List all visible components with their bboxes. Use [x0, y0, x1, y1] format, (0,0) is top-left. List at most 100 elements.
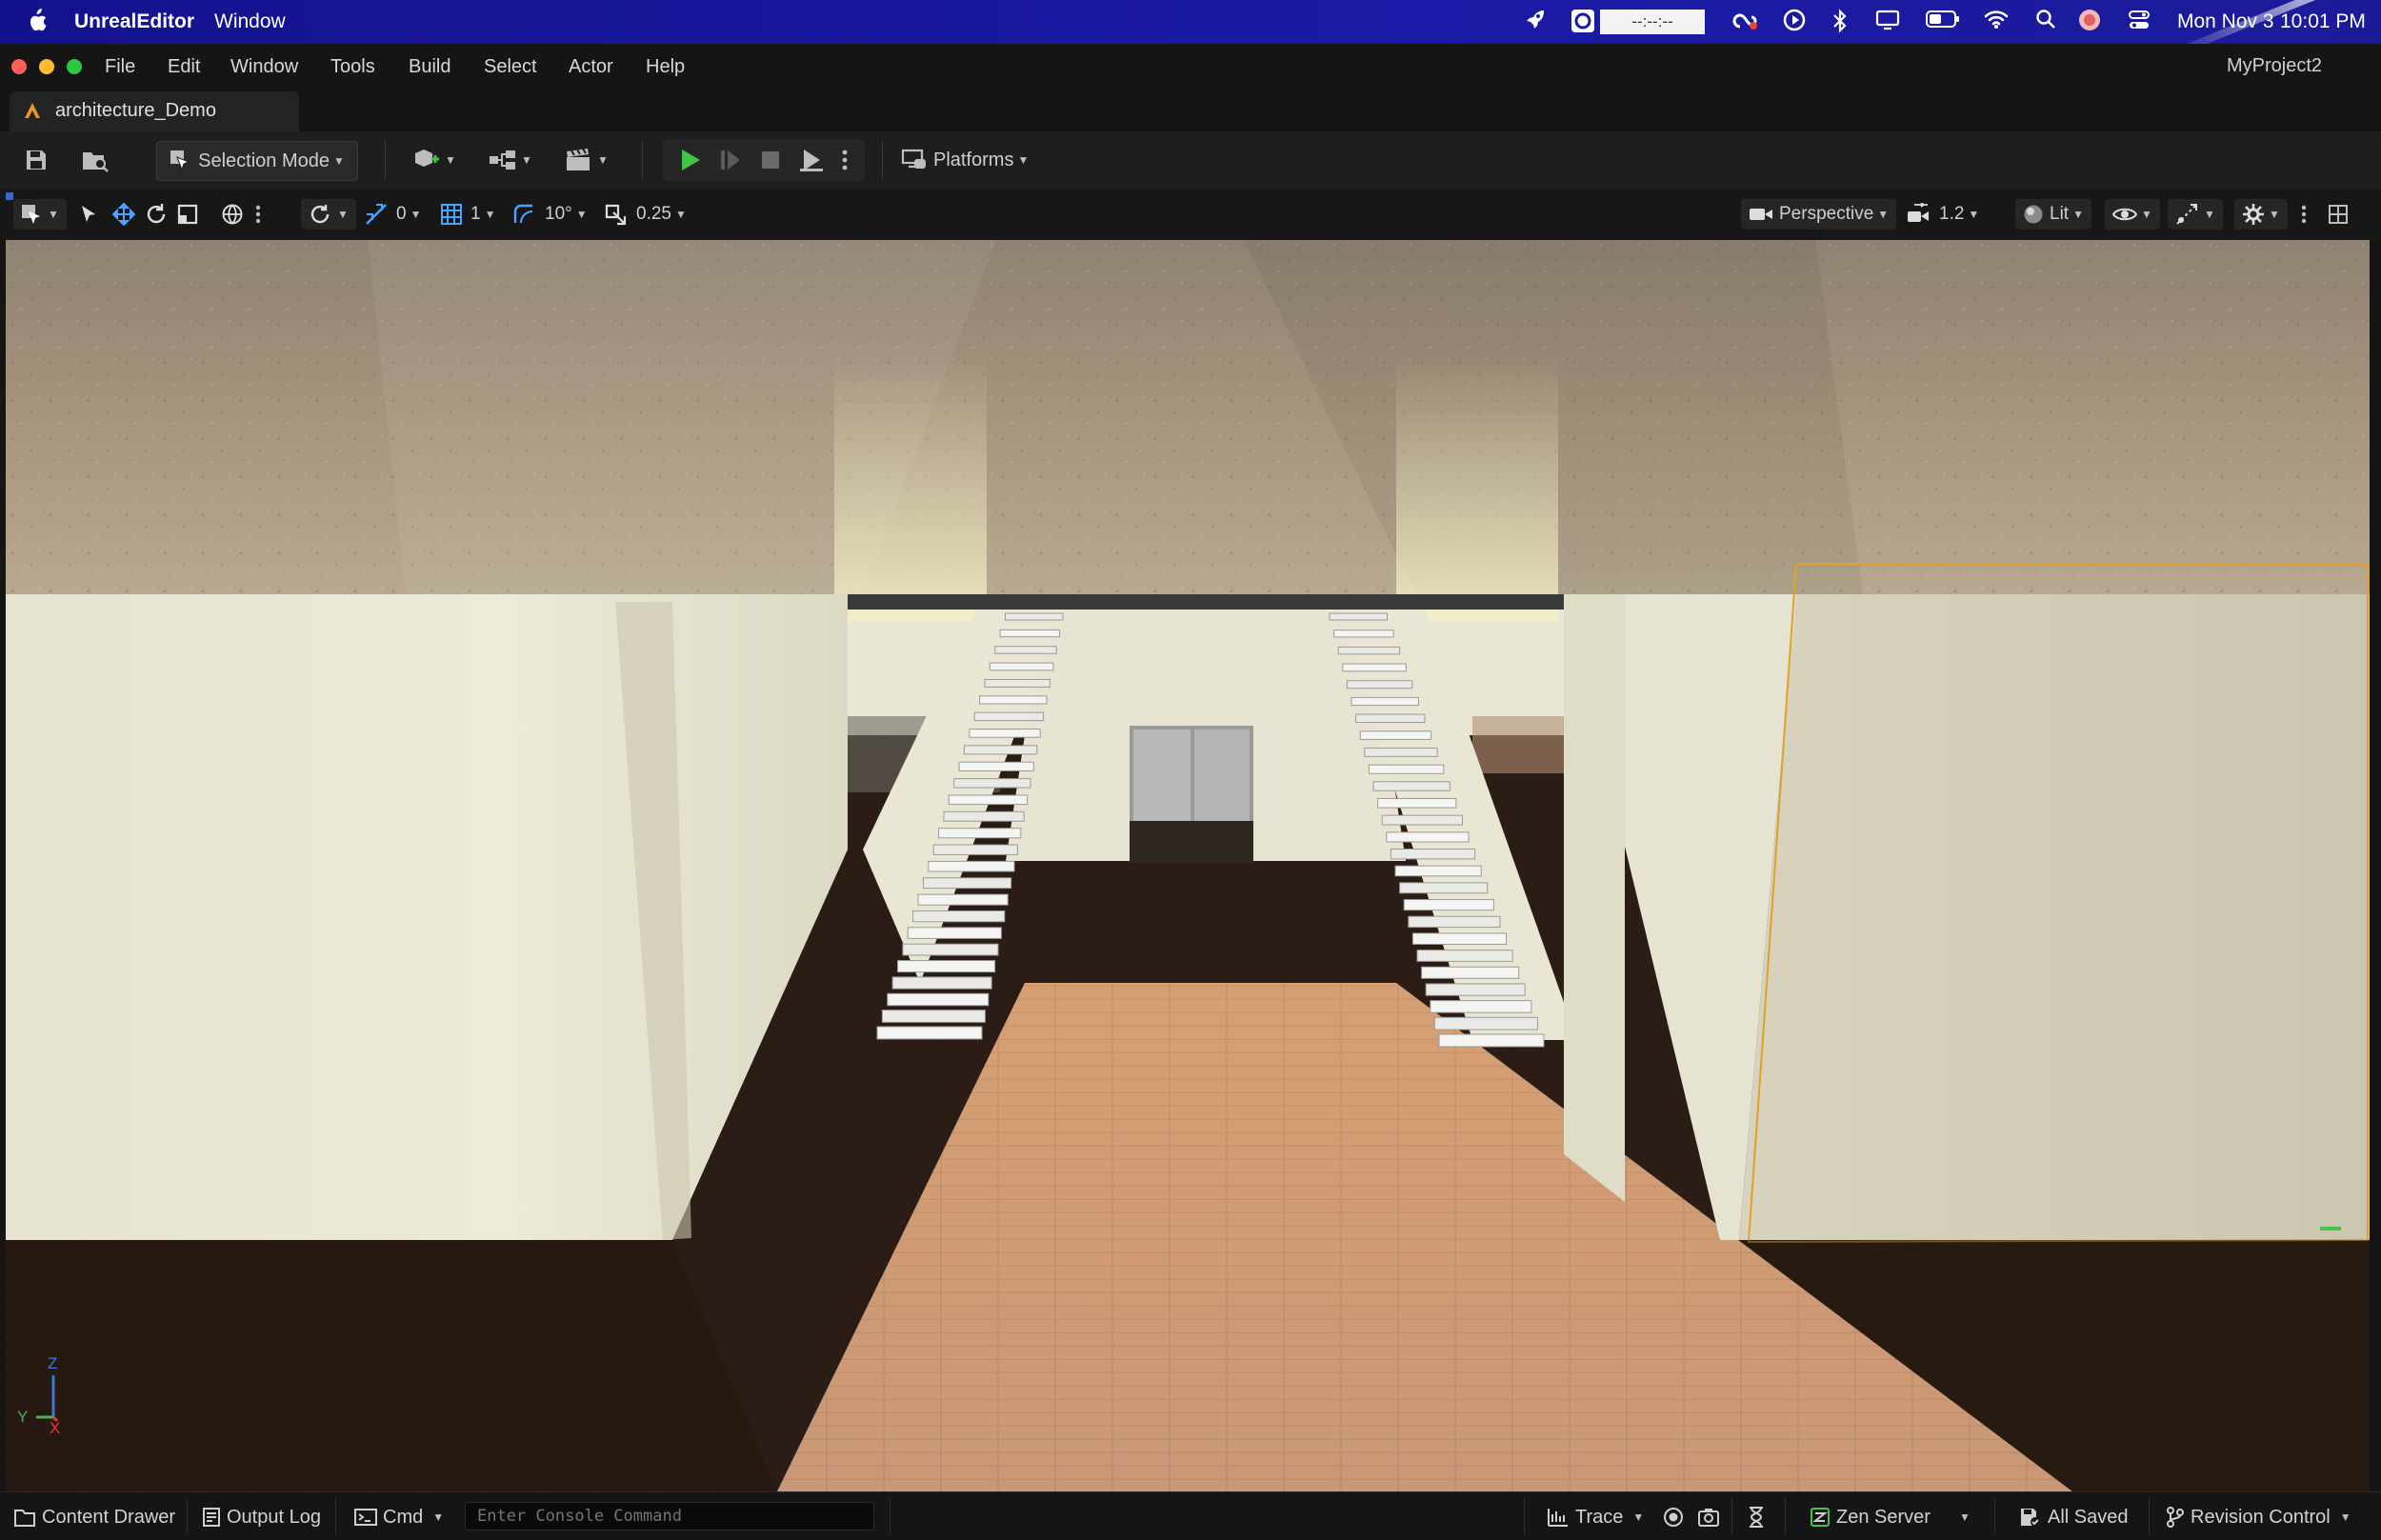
- menu-build[interactable]: Build: [409, 56, 450, 78]
- menu-help[interactable]: Help: [646, 56, 685, 78]
- cinematics-button[interactable]: ▼: [560, 141, 613, 179]
- rotation-snap-dropdown[interactable]: 10° ▼: [512, 199, 588, 230]
- output-log-button[interactable]: Output Log: [202, 1504, 321, 1530]
- chevron-down-icon: ▼: [1877, 208, 1890, 221]
- zen-server-dropdown[interactable]: Zen Server ▼: [1810, 1504, 1971, 1530]
- play-button[interactable]: [674, 141, 707, 179]
- apple-icon[interactable]: [23, 9, 50, 35]
- viewport-toolbar: ▼ ▼ 0 ▼ 1 ▼ 10° ▼ 0.25 ▼ Perspective ▼ 1…: [0, 189, 2381, 240]
- time-tracker-icon[interactable]: [1570, 9, 1596, 35]
- chevron-down-icon: ▼: [597, 153, 609, 167]
- menubar-time[interactable]: 10:01 PM: [2280, 10, 2366, 33]
- project-name: MyProject2: [2227, 55, 2323, 76]
- blueprint-button[interactable]: ▼: [484, 141, 537, 179]
- zoom-window-button[interactable]: [67, 59, 82, 74]
- grid-snap-value: 1: [470, 204, 481, 224]
- stair-tread: [953, 778, 1031, 789]
- menu-edit[interactable]: Edit: [168, 56, 200, 78]
- menu-window[interactable]: Window: [230, 56, 298, 78]
- stair-tread: [984, 678, 1050, 688]
- trace-dropdown[interactable]: Trace ▼: [1547, 1504, 1644, 1530]
- coordinate-system-button[interactable]: [221, 199, 244, 230]
- stair-tread: [887, 992, 990, 1007]
- window-menu[interactable]: Window: [214, 10, 286, 33]
- minimize-window-button[interactable]: [39, 59, 54, 74]
- macos-menubar: UnrealEditor Window --:--:-- Mon Nov 3 1…: [0, 0, 2381, 44]
- creative-cloud-icon[interactable]: [1731, 9, 1758, 35]
- rocket-icon[interactable]: [1522, 9, 1549, 35]
- bluetooth-icon[interactable]: [1827, 9, 1853, 35]
- time-tracker-field[interactable]: --:--:--: [1600, 10, 1705, 34]
- camera-speed-dropdown[interactable]: 1.2 ▼: [1907, 199, 1979, 230]
- menu-select[interactable]: Select: [484, 56, 537, 78]
- battery-icon[interactable]: [1926, 9, 1960, 35]
- statusbar-divider: [1994, 1498, 1995, 1534]
- eject-button[interactable]: [794, 141, 829, 179]
- search-icon[interactable]: [2032, 9, 2059, 35]
- derived-data-button[interactable]: [1747, 1504, 1766, 1530]
- content-browser-icon[interactable]: [76, 141, 114, 179]
- chevron-down-icon: ▼: [674, 208, 687, 221]
- lighting-label: Lit: [2050, 204, 2070, 224]
- toolbar-divider: [882, 141, 883, 179]
- selection-mode-dropdown[interactable]: Selection Mode ▼: [156, 141, 358, 181]
- trace-screenshot-button[interactable]: [1697, 1504, 1720, 1530]
- transform-options-button[interactable]: [255, 199, 261, 230]
- rotate-tool-button[interactable]: [145, 199, 168, 230]
- menubar-date[interactable]: Mon Nov 3: [2177, 10, 2274, 33]
- console-command-input[interactable]: [465, 1502, 874, 1530]
- cmd-dropdown[interactable]: Cmd ▼: [354, 1504, 444, 1530]
- close-window-button[interactable]: [11, 59, 27, 74]
- menu-file[interactable]: File: [105, 56, 135, 78]
- translate-tool-button[interactable]: [112, 199, 135, 230]
- stop-button[interactable]: [754, 141, 787, 179]
- platforms-dropdown[interactable]: Platforms ▼: [901, 141, 1044, 179]
- menu-tools[interactable]: Tools: [330, 56, 375, 78]
- perspective-dropdown[interactable]: Perspective ▼: [1741, 199, 1897, 230]
- level-viewport[interactable]: Z Y X: [6, 240, 2370, 1491]
- wifi-icon[interactable]: [1983, 9, 2010, 35]
- viewport-options-button[interactable]: ▼: [13, 199, 67, 230]
- translate-snap-dropdown[interactable]: 0 ▼: [364, 199, 421, 230]
- statusbar-divider: [1785, 1498, 1786, 1534]
- viewport-layout-button[interactable]: [2328, 199, 2349, 230]
- globe-icon: [222, 204, 243, 225]
- grid-icon: [441, 204, 462, 225]
- play-circle-icon[interactable]: [1781, 9, 1808, 35]
- save-icon[interactable]: [19, 141, 53, 179]
- play-options-button[interactable]: [834, 141, 855, 179]
- control-center-icon[interactable]: [2126, 9, 2152, 35]
- cursor-icon: [82, 206, 95, 222]
- lit-dropdown[interactable]: Lit ▼: [2015, 199, 2091, 230]
- viewport-more-button[interactable]: [2301, 199, 2307, 230]
- stair-tread: [1425, 983, 1526, 996]
- chevron-down-icon: ▼: [337, 208, 349, 221]
- add-actor-button[interactable]: ▼: [408, 141, 461, 179]
- menu-actor[interactable]: Actor: [569, 56, 613, 78]
- display-icon[interactable]: [1874, 9, 1901, 35]
- stair-tread: [881, 1010, 986, 1023]
- app-name-menu[interactable]: UnrealEditor: [74, 10, 194, 33]
- window-titlebar: File Edit Window Tools Build Select Acto…: [0, 44, 2381, 90]
- stair-tread: [917, 893, 1009, 906]
- select-tool-button[interactable]: [80, 199, 97, 230]
- revision-control-dropdown[interactable]: Revision Control ▼: [2166, 1504, 2351, 1530]
- stair-tread: [1438, 1033, 1545, 1048]
- surface-snap-button[interactable]: ▼: [301, 199, 356, 230]
- hourglass-icon: [1750, 1507, 1763, 1528]
- viewport-settings-dropdown[interactable]: ▼: [2234, 199, 2288, 230]
- translate-snap-value: 0: [396, 204, 407, 224]
- record-trace-button[interactable]: [1663, 1504, 1684, 1530]
- show-flags-dropdown[interactable]: ▼: [2105, 199, 2160, 230]
- kebab-icon: [842, 150, 848, 170]
- zen-server-label: Zen Server: [1836, 1506, 1931, 1528]
- content-drawer-button[interactable]: Content Drawer: [13, 1504, 175, 1530]
- advance-frame-button[interactable]: [714, 141, 747, 179]
- tab-architecture-demo[interactable]: architecture_Demo: [10, 91, 299, 131]
- scale-snap-dropdown[interactable]: 0.25 ▼: [604, 199, 687, 230]
- all-saved-button[interactable]: All Saved: [2019, 1504, 2129, 1530]
- performance-dropdown[interactable]: ▼: [2168, 199, 2223, 230]
- grid-snap-dropdown[interactable]: 1 ▼: [440, 199, 495, 230]
- user-avatar-icon[interactable]: [2076, 9, 2103, 35]
- scale-tool-button[interactable]: [177, 199, 198, 230]
